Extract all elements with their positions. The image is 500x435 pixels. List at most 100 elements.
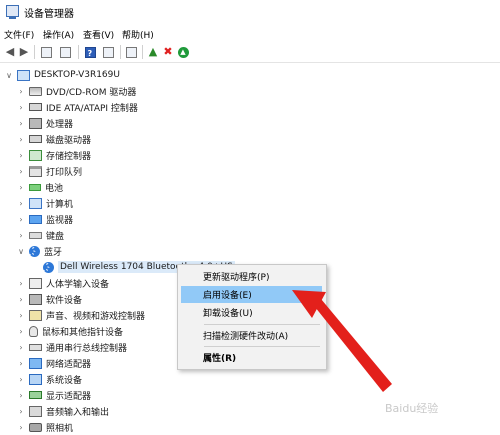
tree-item-mouse[interactable]: › 鼠标和其他指针设备 [16,323,123,339]
help-icon[interactable] [83,45,97,61]
menu-bar: 文件(F) 操作(A) 查看(V) 帮助(H) [0,25,500,42]
forward-icon[interactable]: ▶ [17,45,31,59]
computer-icon [17,69,30,81]
tree-item-display[interactable]: › 显示适配器 [16,387,91,403]
chevron-right-icon[interactable]: › [16,151,26,160]
tree-item-battery[interactable]: › 电池 [16,179,63,195]
chevron-right-icon[interactable]: › [16,231,26,240]
tree-item-software-devices[interactable]: › 软件设备 [16,291,82,307]
tree-item-dvd[interactable]: › DVD/CD-ROM 驱动器 [16,83,136,99]
network-icon [29,357,42,369]
menu-action[interactable]: 操作(A) [43,28,74,41]
tree-item-ide[interactable]: › IDE ATA/ATAPI 控制器 [16,99,138,115]
tree-item-print-queue[interactable]: › 打印队列 [16,163,82,179]
tree-item-label: 系统设备 [46,375,83,386]
tree-item-hid[interactable]: › 人体学输入设备 [16,275,109,291]
monitor-icon[interactable] [124,45,138,59]
chevron-right-icon[interactable]: › [16,103,26,112]
uninstall-icon[interactable]: ✖ [161,45,175,59]
chevron-right-icon[interactable]: › [16,423,26,432]
bluetooth-icon: ҉ [29,245,40,257]
ide-controller-icon [29,103,42,111]
monitor-icon [29,214,42,224]
menu-scan-hardware[interactable]: 扫描检测硬件改动(A) [181,327,322,344]
chevron-right-icon[interactable]: › [16,135,26,144]
tree-item-system[interactable]: › 系统设备 [16,371,82,387]
system-device-icon [29,373,42,385]
chevron-right-icon[interactable]: › [16,279,26,288]
audio-io-icon [29,405,42,417]
enable-icon[interactable]: ▲ [176,45,190,59]
chevron-right-icon[interactable]: › [16,167,26,176]
scan-icon[interactable] [101,45,115,59]
printer-icon [29,165,42,177]
menu-update-driver[interactable]: 更新驱动程序(P) [181,268,322,285]
chevron-down-icon[interactable]: ∨ [4,71,14,80]
processor-icon [29,117,42,129]
menu-uninstall-device-label: 卸载设备(U) [203,309,253,319]
menu-divider [204,346,320,347]
menu-uninstall-device[interactable]: 卸载设备(U) [181,304,322,321]
tree-item-disk[interactable]: › 磁盘驱动器 [16,131,91,147]
toolbar: ◀ ▶ ▲ ✖ ▲ [0,42,500,63]
chevron-right-icon[interactable]: › [16,87,26,96]
tree-item-label: 照相机 [46,423,74,434]
tree-item-label: 网络适配器 [46,359,92,370]
mouse-icon [29,325,38,337]
tree-item-label: 监视器 [46,215,74,226]
tree-item-label: 处理器 [46,119,74,130]
battery-icon [29,183,41,191]
tree-item-label: 人体学输入设备 [46,279,110,290]
properties-icon[interactable] [39,45,53,59]
tree-item-computer[interactable]: › 计算机 [16,195,73,211]
chevron-right-icon[interactable]: › [16,199,26,208]
menu-properties-label: 属性(R) [203,354,237,364]
chevron-right-icon[interactable]: › [16,295,26,304]
disk-drive-icon [29,86,42,96]
title-bar: 设备管理器 [0,0,500,24]
camera-icon [29,422,42,432]
tree-item-audio-io[interactable]: › 音频输入和输出 [16,403,109,419]
chevron-right-icon[interactable]: › [16,327,26,336]
tree-item-label: 通用串行总线控制器 [46,343,128,354]
tree-item-label: 键盘 [46,231,65,242]
tree-item-storage[interactable]: › 存储控制器 [16,147,91,163]
menu-help[interactable]: 帮助(H) [122,28,154,41]
toolbar-divider [34,45,35,59]
tree-item-label: 存储控制器 [46,151,92,162]
toolbar-divider [142,45,143,59]
menu-scan-hardware-label: 扫描检测硬件改动(A) [203,332,289,342]
watermark: Baidu经验 [385,402,439,415]
tree-item-monitor[interactable]: › 监视器 [16,211,73,227]
chevron-right-icon[interactable]: › [16,119,26,128]
chevron-right-icon[interactable]: › [16,407,26,416]
menu-view[interactable]: 查看(V) [83,28,114,41]
tree-item-network[interactable]: › 网络适配器 [16,355,91,371]
device-manager-icon [6,5,19,19]
chevron-right-icon[interactable]: › [16,215,26,224]
chevron-right-icon[interactable]: › [16,359,26,368]
back-icon[interactable]: ◀ [3,45,17,59]
tree-item-usb[interactable]: › 通用串行总线控制器 [16,339,127,355]
toolbar-divider [78,45,79,59]
display-adapter-icon [29,391,42,399]
update-driver-icon[interactable]: ▲ [146,45,160,59]
tree-item-processor[interactable]: › 处理器 [16,115,73,131]
tree-item-keyboard[interactable]: › 键盘 [16,227,64,243]
tree-item-bluetooth[interactable]: ∨ ҉ 蓝牙 [16,243,62,259]
tree-item-label: 显示适配器 [46,391,92,402]
show-hidden-icon[interactable] [58,45,72,59]
chevron-right-icon[interactable]: › [16,391,26,400]
chevron-right-icon[interactable]: › [16,375,26,384]
chevron-right-icon[interactable]: › [16,183,26,192]
chevron-right-icon[interactable]: › [16,343,26,352]
tree-root[interactable]: ∨ DESKTOP-V3R169U [4,67,120,83]
menu-file[interactable]: 文件(F) [4,28,34,41]
menu-enable-device[interactable]: 启用设备(E) [181,286,322,303]
menu-properties[interactable]: 属性(R) [181,349,322,366]
chevron-right-icon[interactable]: › [16,311,26,320]
tree-item-sound[interactable]: › 声音、视频和游戏控制器 [16,307,145,323]
chevron-down-icon[interactable]: ∨ [16,247,26,256]
computer-icon [29,197,42,209]
keyboard-icon [29,231,42,239]
